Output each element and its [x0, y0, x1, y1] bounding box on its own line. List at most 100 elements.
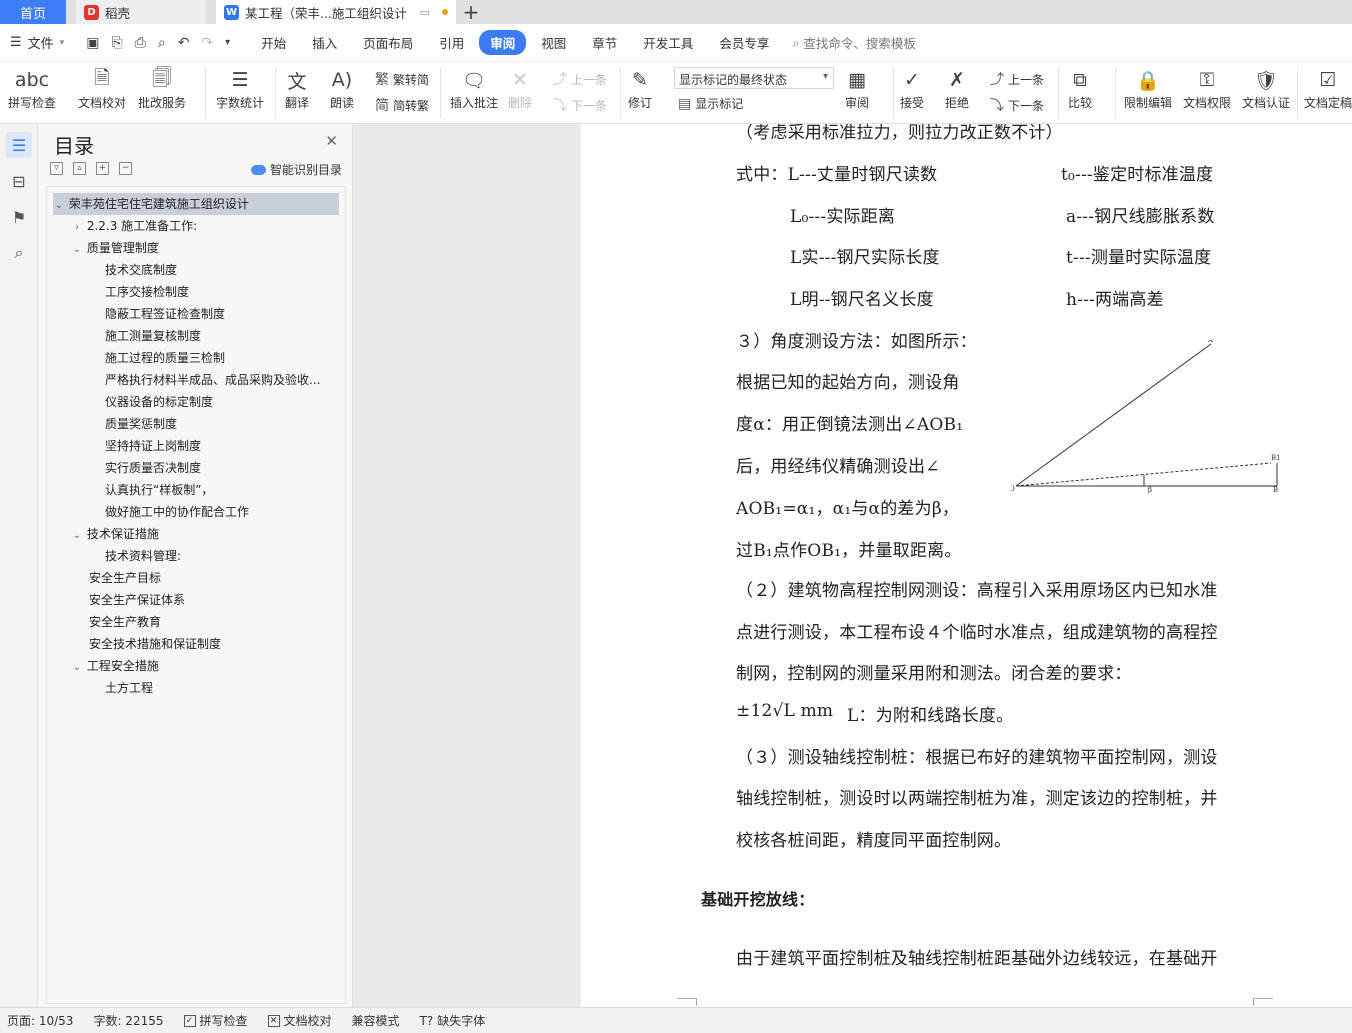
prev-comment-button[interactable]: ⤴ 上一条 — [553, 69, 607, 89]
toc-item[interactable]: 安全生产教育 — [89, 611, 161, 633]
delete-comment-button[interactable]: ✕ 删除 — [508, 62, 532, 111]
toc-item[interactable]: 做好施工中的协作配合工作 — [105, 501, 249, 523]
new-tab-button[interactable]: + — [456, 0, 486, 24]
simp-to-trad-button[interactable]: 简简转繁 — [375, 95, 429, 115]
file-menu[interactable]: ☰ 文件 ▾ — [10, 33, 64, 52]
track-changes-button[interactable]: ✎ 修订 — [628, 62, 652, 111]
toc-item[interactable]: 安全技术措施和保证制度 — [89, 633, 221, 655]
toc-item[interactable]: 坚持持证上岗制度 — [105, 435, 201, 457]
add-heading-icon[interactable]: + — [96, 162, 109, 175]
status-spell-check[interactable]: ✓ 拼写检查 — [183, 1012, 248, 1029]
toc-item[interactable]: 技术交底制度 — [105, 259, 177, 281]
toc-item[interactable]: 安全生产保证体系 — [89, 589, 185, 611]
finalize-button[interactable]: ☑ 文档定稿 — [1304, 62, 1352, 111]
read-aloud-button[interactable]: A) 朗读 — [330, 62, 354, 111]
command-search[interactable]: ⌕ 查找命令、搜索模板 — [792, 33, 916, 52]
simp-to-trad-icon: 简 — [375, 98, 389, 114]
bookmark-icon[interactable]: ⚑ — [6, 204, 32, 230]
document-page[interactable]: （考虑采用标准拉力，则拉力改正数不计） 式中：L---丈量时钢尺读数 t₀---… — [581, 124, 1352, 1007]
next-change-button[interactable]: ⤵ 下一条 — [990, 95, 1044, 115]
toc-item[interactable]: 施工过程的质量三检制 — [105, 347, 225, 369]
next-comment-button[interactable]: ⤵ 下一条 — [553, 95, 607, 115]
toc-item[interactable]: 施工测量复核制度 — [105, 325, 201, 347]
collapse-all-icon[interactable]: ▵ — [73, 162, 86, 175]
redo-icon[interactable]: ↷ — [201, 35, 213, 51]
review-pane-button[interactable]: ▦ 审阅 — [845, 62, 869, 111]
tab-start[interactable]: 开始 — [250, 30, 297, 55]
toc-panel-icon[interactable]: ☰ — [6, 132, 32, 158]
save-icon[interactable]: ▣ — [86, 35, 99, 51]
tab-review[interactable]: 审阅 — [479, 30, 527, 55]
toc-item[interactable]: 认真执行“样板制”， — [105, 479, 213, 501]
translate-button[interactable]: 文翻译 — [285, 62, 309, 111]
insert-comment-button[interactable]: 🗨 插入批注 — [450, 62, 498, 111]
doc-line: 由于建筑平面控制桩及轴线控制桩距基础外边线较远，在基础开 — [736, 949, 1218, 969]
writer-logo-icon: W — [224, 4, 239, 20]
status-proofread[interactable]: ✕ 文档校对 — [267, 1012, 332, 1029]
tab-member[interactable]: 会员专享 — [708, 30, 780, 55]
show-markup-button[interactable]: ▤ 显示标记 — [678, 95, 743, 112]
toc-item[interactable]: 工序交接检制度 — [105, 281, 189, 303]
close-icon[interactable]: ✕ — [325, 132, 338, 150]
document-area[interactable]: （考虑采用标准拉力，则拉力改正数不计） 式中：L---丈量时钢尺读数 t₀---… — [353, 124, 1352, 1007]
expand-all-icon[interactable]: ▿ — [50, 162, 63, 175]
chapter-nav-icon[interactable]: ⊟ — [6, 168, 32, 194]
search-icon[interactable]: ⌕ — [6, 240, 32, 266]
toc-item[interactable]: ⌄ 荣丰苑住宅住宅建筑施工组织设计 — [53, 193, 339, 215]
toc-item[interactable]: 土方工程 — [105, 677, 153, 699]
toc-item[interactable]: 实行质量否决制度 — [105, 457, 201, 479]
toc-item[interactable]: 技术资料管理: — [105, 545, 181, 567]
trad-to-simp-button[interactable]: 繁繁转简 — [375, 69, 429, 89]
restrict-edit-button[interactable]: 🔒 限制编辑 — [1124, 62, 1172, 111]
document-rights-button[interactable]: ⚿ 文档权限 — [1183, 62, 1231, 111]
export-pdf-icon[interactable]: ⎘ — [111, 35, 122, 51]
tab-insert[interactable]: 插入 — [301, 30, 348, 55]
toc-item[interactable]: ⌄ 工程安全措施 — [71, 655, 159, 677]
print-icon[interactable]: ⎙ — [135, 35, 146, 51]
word-count[interactable]: 字数: 22155 — [93, 1012, 163, 1029]
toc-item[interactable]: 安全生产目标 — [89, 567, 161, 589]
reject-button[interactable]: ✗ 拒绝 — [945, 62, 969, 111]
page-indicator[interactable]: 页面: 10/53 — [7, 1012, 73, 1029]
print-preview-icon[interactable]: ⌕ — [158, 35, 166, 51]
tab-daoke[interactable]: D 稻壳 — [76, 0, 206, 24]
toc-item[interactable]: › 2.2.3 施工准备工作: — [71, 215, 197, 237]
proofread-button[interactable]: 🗎 文档校对 — [78, 62, 126, 111]
tab-chapter[interactable]: 章节 — [581, 30, 628, 55]
markup-state-value: 显示标记的最终状态 — [679, 73, 788, 87]
next-change-icon: ⤵ — [990, 98, 1004, 114]
tab-view[interactable]: 视图 — [530, 30, 577, 55]
accept-icon: ✓ — [904, 69, 920, 91]
tab-document[interactable]: W 某工程（荣丰...施工组织设计 ▭ — [216, 0, 456, 24]
menu-bar: ☰ 文件 ▾ ▣ ⎘ ⎙ ⌕ ↶ ↷ ▾ 开始 插入 页面布局 引用 审阅 视图… — [0, 24, 1352, 62]
remove-heading-icon[interactable]: − — [119, 162, 132, 175]
markup-state-select[interactable]: 显示标记的最终状态 — [674, 67, 834, 89]
prev-change-button[interactable]: ⤴ 上一条 — [990, 69, 1044, 89]
undo-icon[interactable]: ↶ — [178, 35, 190, 51]
missing-fonts[interactable]: T? 缺失字体 — [420, 1012, 486, 1029]
toc-item[interactable]: 严格执行材料半成品、成品采购及验收... — [105, 369, 320, 391]
compare-button[interactable]: ⧉ 比较 — [1068, 62, 1092, 111]
tab-references[interactable]: 引用 — [428, 30, 475, 55]
delete-comment-icon: ✕ — [512, 69, 528, 91]
tab-layout[interactable]: 页面布局 — [352, 30, 424, 55]
toc-item[interactable]: 质量奖惩制度 — [105, 413, 177, 435]
monitor-icon[interactable]: ▭ — [420, 6, 430, 19]
toc-item[interactable]: ⌄ 质量管理制度 — [71, 237, 159, 259]
label-b1: B1 — [1271, 454, 1281, 462]
compat-mode[interactable]: 兼容模式 — [352, 1012, 400, 1029]
spell-check-button[interactable]: abc 拼写检查 — [8, 62, 56, 111]
word-count-label: 字数统计 — [216, 96, 265, 110]
batch-service-button[interactable]: 🗐 批改服务 — [138, 62, 186, 111]
smart-toc-button[interactable]: 智能识别目录 — [250, 161, 342, 178]
toc-item[interactable]: 隐蔽工程签证检查制度 — [105, 303, 225, 325]
toc-item[interactable]: ⌄ 技术保证措施 — [71, 523, 159, 545]
accept-button[interactable]: ✓ 接受 — [900, 62, 924, 111]
tab-home[interactable]: 首页 — [0, 0, 66, 24]
toc-item[interactable]: 仪器设备的标定制度 — [105, 391, 213, 413]
word-count-button[interactable]: ☰ 字数统计 — [216, 62, 264, 111]
more-icon[interactable]: ▾ — [225, 37, 230, 48]
document-auth-button[interactable]: 🛡 文档认证 — [1242, 62, 1290, 111]
tab-developer[interactable]: 开发工具 — [632, 30, 704, 55]
toc-item-label: 质量管理制度 — [86, 241, 159, 255]
